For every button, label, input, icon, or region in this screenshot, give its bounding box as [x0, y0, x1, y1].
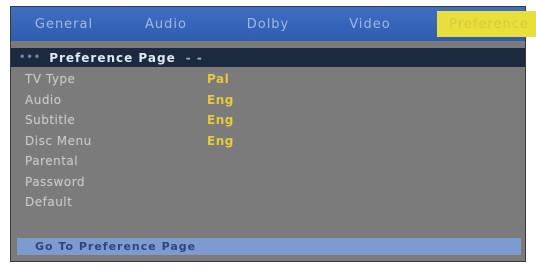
setting-row-disc-menu[interactable]: Disc Menu Eng [11, 133, 525, 154]
setting-row-subtitle[interactable]: Subtitle Eng [11, 112, 525, 133]
status-text: Go To Preference Page [35, 240, 197, 253]
setting-value: Pal [207, 72, 230, 86]
setting-row-parental[interactable]: Parental [11, 153, 525, 174]
setting-label: Parental [25, 154, 79, 168]
setting-value: Eng [207, 113, 234, 127]
tab-audio[interactable]: Audio [117, 11, 215, 37]
tab-video[interactable]: Video [321, 11, 419, 37]
tab-preference[interactable]: Preference [437, 11, 536, 37]
tab-dolby[interactable]: Dolby [219, 11, 317, 37]
setting-value: Eng [207, 133, 234, 148]
setting-label: Disc Menu [25, 133, 92, 148]
setting-row-tv-type[interactable]: TV Type Pal [11, 71, 525, 92]
section-header: ••• Preference Page - - [11, 48, 525, 67]
setting-label: Subtitle [25, 113, 76, 127]
tab-general[interactable]: General [15, 11, 113, 37]
dvd-setup-menu: General Audio Dolby Video Preference •••… [10, 6, 536, 262]
bullet-icon: ••• [19, 52, 42, 63]
section-ellipsis: - - [185, 50, 203, 65]
setting-label: TV Type [25, 72, 76, 86]
setting-row-audio[interactable]: Audio Eng [11, 92, 525, 113]
setting-row-default[interactable]: Default [11, 194, 525, 215]
settings-list: TV Type Pal Audio Eng Subtitle Eng Disc … [11, 71, 525, 215]
setting-label: Audio [25, 92, 62, 107]
status-bar: Go To Preference Page [17, 238, 521, 255]
setting-row-password[interactable]: Password [11, 174, 525, 195]
setting-label: Password [25, 174, 86, 189]
setting-label: Default [25, 195, 73, 209]
section-title: Preference Page [49, 50, 176, 65]
setting-value: Eng [207, 92, 234, 107]
tab-bar: General Audio Dolby Video Preference [11, 7, 536, 41]
